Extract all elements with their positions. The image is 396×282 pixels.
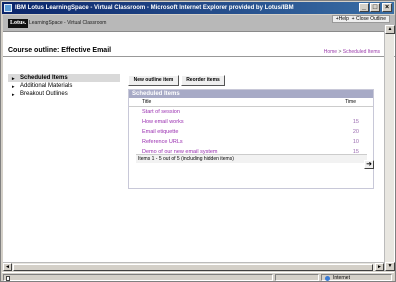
next-arrow-button[interactable]: ➜: [364, 160, 374, 169]
app-header: Lotus. LearningSpace - Virtual Classroom…: [3, 15, 395, 32]
item-title-link[interactable]: Email etiquette: [142, 127, 178, 137]
panel-header: Scheduled Items: [129, 90, 373, 98]
scroll-right-button[interactable]: ►: [375, 263, 384, 271]
item-title-link[interactable]: Start of session: [142, 107, 180, 117]
close-window-button[interactable]: ×: [382, 3, 392, 12]
scroll-up-button[interactable]: ▲: [385, 25, 395, 34]
breadcrumb-separator: >: [338, 49, 342, 55]
status-empty: [275, 274, 319, 281]
status-zone: Internet: [321, 274, 392, 281]
ie-icon: [4, 4, 12, 12]
outline-bar: Course outline: Effective Email Home > S…: [3, 43, 395, 57]
column-title: Title: [142, 99, 152, 105]
nav-item-label: Scheduled Items: [20, 75, 68, 81]
column-time: Time: [345, 99, 356, 105]
horizontal-scrollbar[interactable]: ◄ ►: [3, 262, 384, 271]
close-outline-link[interactable]: + Close Outline: [352, 16, 386, 22]
header-links: +Help + Close Outline: [331, 15, 390, 23]
browser-window: IBM Lotus LearningSpace - Virtual Classr…: [0, 0, 396, 282]
breadcrumb: Home > Scheduled Items: [324, 49, 380, 55]
breadcrumb-home[interactable]: Home: [324, 49, 337, 55]
zone-label: Internet: [333, 275, 350, 281]
page-content: Lotus. LearningSpace - Virtual Classroom…: [3, 15, 395, 271]
status-main: [3, 274, 273, 281]
nav-item-label: Breakout Outlines: [20, 91, 68, 97]
item-time: 20: [352, 129, 359, 135]
scheduled-items-panel: Scheduled Items Title Time Start of sess…: [128, 89, 374, 189]
nav-item-label: Additional Materials: [20, 83, 73, 89]
nav-item-breakout-outlines[interactable]: ▸ Breakout Outlines: [8, 90, 120, 98]
items-count: Items 1 - 5 out of 5 (including hidden i…: [136, 154, 367, 163]
maximize-button[interactable]: □: [370, 3, 380, 12]
table-row: Email etiquette 20: [129, 127, 373, 137]
scroll-down-button[interactable]: ▼: [385, 262, 395, 271]
column-headers: Title Time: [129, 98, 373, 107]
left-nav: ▸ Scheduled Items ▸ Additional Materials…: [8, 74, 120, 98]
scroll-left-button[interactable]: ◄: [3, 263, 12, 271]
bullet-icon: ▸: [12, 92, 15, 98]
title-bar[interactable]: IBM Lotus LearningSpace - Virtual Classr…: [2, 2, 394, 14]
minimize-button[interactable]: _: [359, 3, 369, 12]
table-row: Reference URLs 10: [129, 137, 373, 147]
item-title-link[interactable]: How email works: [142, 117, 184, 127]
page-icon: [6, 276, 10, 281]
scroll-thumb[interactable]: [13, 264, 373, 271]
status-bar: Internet: [2, 272, 394, 281]
product-name: LearningSpace - Virtual Classroom: [29, 20, 107, 26]
table-row: How email works 15: [129, 117, 373, 127]
item-time: 15: [352, 119, 359, 125]
globe-icon: [325, 276, 330, 281]
breadcrumb-scheduled-items[interactable]: Scheduled Items: [343, 49, 380, 55]
reorder-items-button[interactable]: Reorder items: [181, 75, 225, 86]
item-title-link[interactable]: Reference URLs: [142, 137, 183, 147]
vertical-scrollbar[interactable]: ▲ ▼: [384, 25, 395, 271]
nav-item-scheduled-items[interactable]: ▸ Scheduled Items: [8, 74, 120, 82]
lotus-logo: Lotus.: [8, 19, 29, 28]
new-outline-item-button[interactable]: New outline item: [128, 75, 179, 86]
nav-item-additional-materials[interactable]: ▸ Additional Materials: [8, 82, 120, 90]
window-title: IBM Lotus LearningSpace - Virtual Classr…: [15, 5, 294, 11]
item-time: 10: [352, 139, 359, 145]
table-row: Start of session: [129, 107, 373, 117]
help-link[interactable]: +Help: [336, 16, 349, 22]
page-title: Course outline: Effective Email: [8, 47, 112, 54]
